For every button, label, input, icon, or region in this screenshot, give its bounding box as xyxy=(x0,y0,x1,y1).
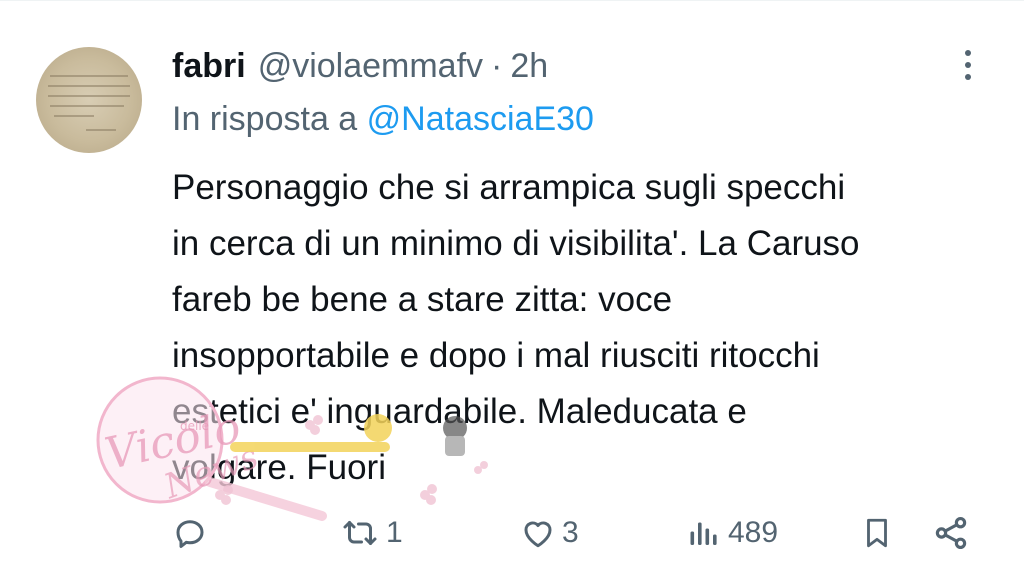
more-vertical-icon[interactable] xyxy=(960,50,976,86)
tweet-timestamp[interactable]: 2h xyxy=(510,47,548,86)
bookmark-icon xyxy=(867,518,887,548)
views-button[interactable]: 489 xyxy=(686,513,778,553)
reply-prefix: In risposta a xyxy=(172,100,358,138)
views-icon xyxy=(690,522,717,545)
heart-icon xyxy=(524,521,552,548)
share-icon xyxy=(935,517,967,549)
tweet-text: Personaggio che si arrampica sugli specc… xyxy=(172,160,992,496)
bookmark-button[interactable] xyxy=(860,513,894,553)
tweet-text-line: estetici e' inguardabile. Maleducata e xyxy=(172,392,747,431)
tweet-text-line: insopportabile e dopo i mal riusciti rit… xyxy=(172,336,820,375)
reply-context: In risposta a @NatasciaE30 xyxy=(172,100,594,139)
like-button[interactable]: 3 xyxy=(520,513,579,553)
tweet-text-line: in cerca di un minimo di visibilita'. La… xyxy=(172,224,860,263)
retweet-icon xyxy=(343,521,377,545)
retweet-button[interactable]: 1 xyxy=(340,513,403,553)
separator-dot: · xyxy=(491,46,503,85)
author-handle[interactable]: @violaemmafv xyxy=(258,47,483,86)
reply-button[interactable] xyxy=(172,513,214,553)
reply-mention-link[interactable]: @NatasciaE30 xyxy=(367,100,594,138)
action-bar: 1 3 489 xyxy=(0,505,1024,559)
avatar[interactable] xyxy=(36,47,142,153)
tweet-text-line: Personaggio che si arrampica sugli specc… xyxy=(172,168,846,207)
reply-icon xyxy=(176,520,204,548)
tweet-text-line: volgare. Fuori xyxy=(172,448,386,487)
author-name[interactable]: fabri xyxy=(172,47,246,86)
top-divider xyxy=(0,0,1024,1)
like-count: 3 xyxy=(562,516,579,549)
views-count: 489 xyxy=(728,516,779,549)
tweet-text-line: fareb be bene a stare zitta: voce xyxy=(172,280,673,319)
tweet-header: fabri @violaemmafv · 2h xyxy=(172,42,548,90)
share-button[interactable] xyxy=(932,513,970,553)
retweet-count: 1 xyxy=(386,516,403,549)
